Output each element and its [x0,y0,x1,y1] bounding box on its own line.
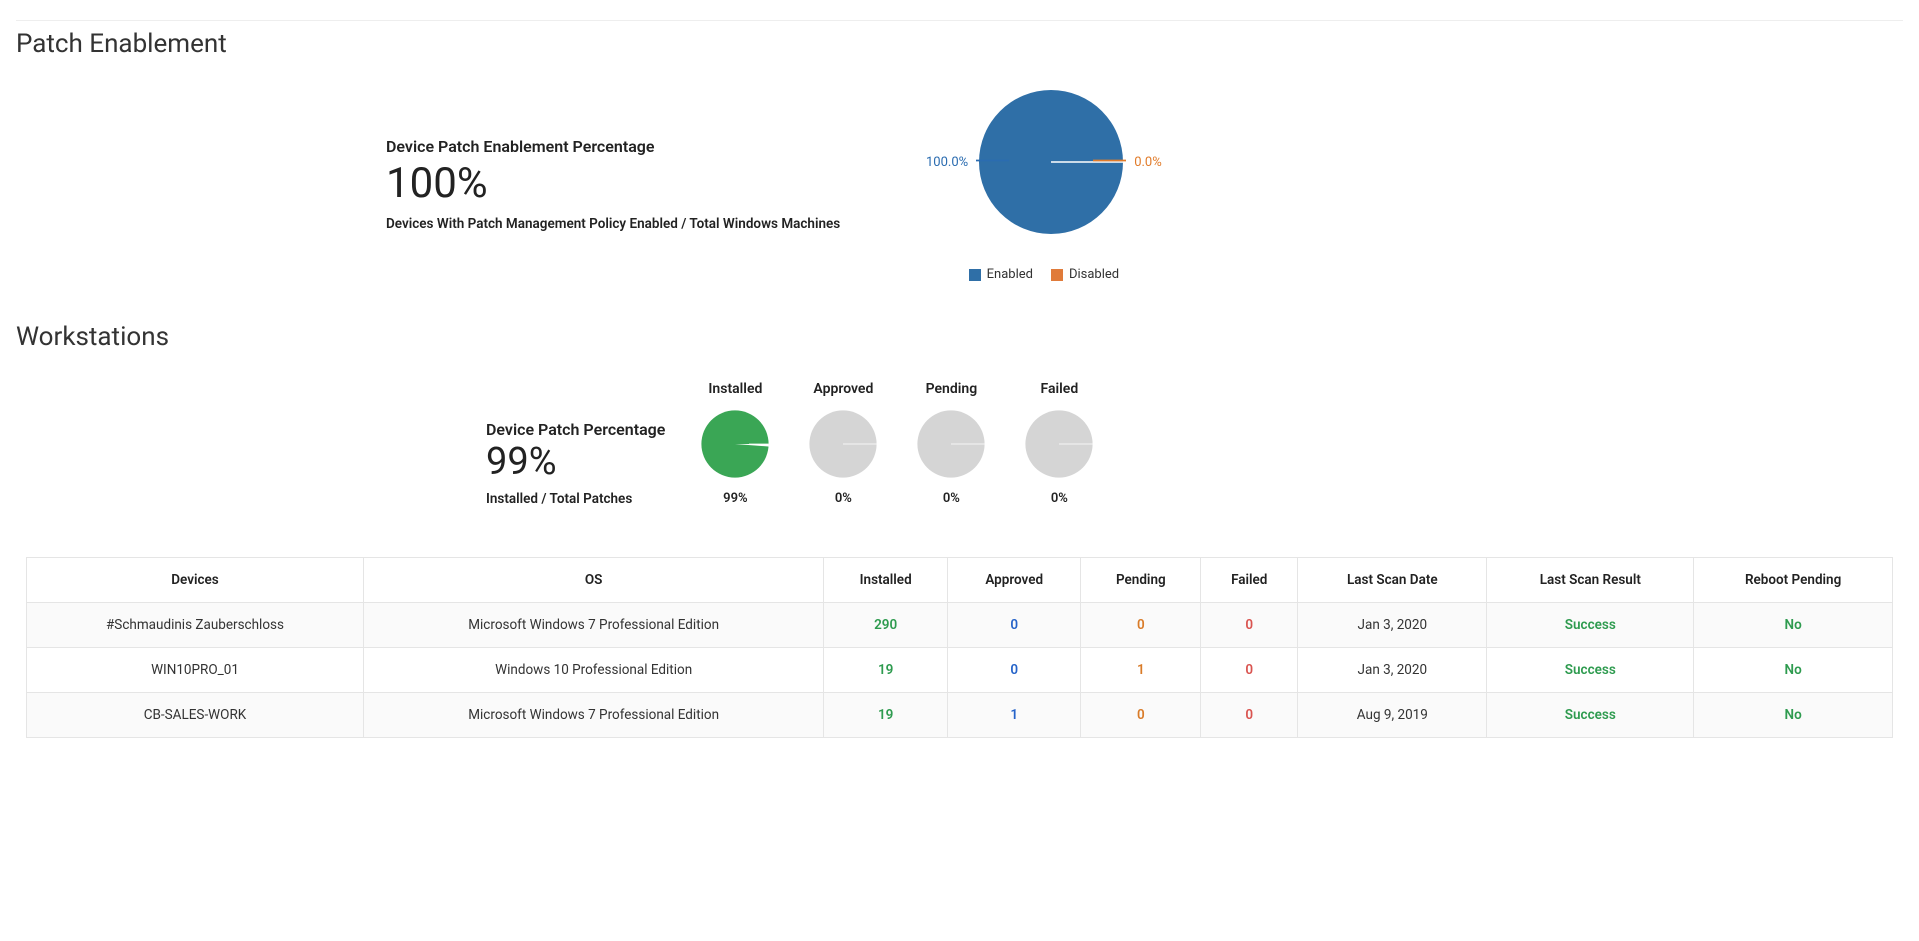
cell-device: #Schmaudinis Zauberschloss [27,602,364,647]
legend-swatch-disabled-icon [1051,269,1063,281]
mini-chart-approved: Approved 0% [803,381,883,506]
cell-result: Success [1487,647,1694,692]
cell-os: Microsoft Windows 7 Professional Edition [363,602,823,647]
cell-last-scan: Jan 3, 2020 [1298,647,1487,692]
mini-chart-value: 0% [803,491,883,506]
col-failed[interactable]: Failed [1201,557,1298,602]
section-title-workstations: Workstations [16,322,1903,352]
table-row[interactable]: #Schmaudinis ZauberschlossMicrosoft Wind… [27,602,1893,647]
top-divider [16,20,1903,21]
cell-pending: 0 [1081,692,1201,737]
mini-pie-pending-icon [916,409,986,479]
cell-reboot: No [1694,647,1893,692]
patch-enablement-metric-value: 100% [386,162,866,206]
mini-pie-installed-icon [700,409,770,479]
cell-installed: 19 [824,692,948,737]
mini-chart-title: Pending [911,381,991,397]
cell-approved: 0 [948,602,1081,647]
cell-last-scan: Aug 9, 2019 [1298,692,1487,737]
col-last-scan-result[interactable]: Last Scan Result [1487,557,1694,602]
cell-result: Success [1487,602,1694,647]
legend-disabled-label: Disabled [1069,267,1119,282]
workstations-table: Devices OS Installed Approved Pending Fa… [26,557,1893,738]
cell-installed: 19 [824,647,948,692]
enablement-pie-icon [976,87,1126,237]
col-pending[interactable]: Pending [1081,557,1201,602]
mini-pie-approved-icon [808,409,878,479]
legend-enabled-label: Enabled [987,267,1033,282]
mini-chart-pending: Pending 0% [911,381,991,506]
patch-enablement-metric-label: Device Patch Enablement Percentage [386,137,866,156]
cell-installed: 290 [824,602,948,647]
workstations-table-head: Devices OS Installed Approved Pending Fa… [27,557,1893,602]
patch-enablement-text: Device Patch Enablement Percentage 100% … [386,137,866,232]
cell-pending: 0 [1081,602,1201,647]
col-devices[interactable]: Devices [27,557,364,602]
pie-legend: Enabled Disabled [969,267,1120,282]
cell-os: Microsoft Windows 7 Professional Edition [363,692,823,737]
patch-enablement-metric-sub: Devices With Patch Management Policy Ena… [386,216,866,232]
cell-failed: 0 [1201,692,1298,737]
legend-enabled: Enabled [969,267,1033,282]
cell-device: WIN10PRO_01 [27,647,364,692]
cell-reboot: No [1694,692,1893,737]
mini-charts: Installed 99% Approved 0% Pending 0% [695,381,1099,506]
cell-failed: 0 [1201,647,1298,692]
cell-pending: 1 [1081,647,1201,692]
workstations-metric-sub: Installed / Total Patches [486,491,665,507]
patch-enablement-pie-block: 100.0% 0.0% Enabled Disabled [926,87,1162,282]
col-approved[interactable]: Approved [948,557,1081,602]
table-row[interactable]: WIN10PRO_01Windows 10 Professional Editi… [27,647,1893,692]
mini-pie-failed-icon [1024,409,1094,479]
col-reboot-pending[interactable]: Reboot Pending [1694,557,1893,602]
mini-chart-title: Installed [695,381,775,397]
cell-failed: 0 [1201,602,1298,647]
col-os[interactable]: OS [363,557,823,602]
patch-enablement-row: Device Patch Enablement Percentage 100% … [386,87,1903,282]
col-last-scan-date[interactable]: Last Scan Date [1298,557,1487,602]
cell-result: Success [1487,692,1694,737]
cell-device: CB-SALES-WORK [27,692,364,737]
mini-chart-value: 99% [695,491,775,506]
workstations-metric-value: 99% [486,443,665,483]
workstations-text: Device Patch Percentage 99% Installed / … [486,420,665,507]
cell-approved: 0 [948,647,1081,692]
mini-chart-value: 0% [1019,491,1099,506]
section-title-patch-enablement: Patch Enablement [16,29,1903,59]
mini-chart-title: Approved [803,381,883,397]
cell-reboot: No [1694,602,1893,647]
workstations-table-body: #Schmaudinis ZauberschlossMicrosoft Wind… [27,602,1893,737]
table-row[interactable]: CB-SALES-WORKMicrosoft Windows 7 Profess… [27,692,1893,737]
patch-enablement-pie-wrap: 100.0% 0.0% [926,87,1162,237]
pie-left-label: 100.0% [926,155,968,170]
mini-chart-failed: Failed 0% [1019,381,1099,506]
legend-disabled: Disabled [1051,267,1119,282]
legend-swatch-enabled-icon [969,269,981,281]
col-installed[interactable]: Installed [824,557,948,602]
cell-last-scan: Jan 3, 2020 [1298,602,1487,647]
workstations-row: Device Patch Percentage 99% Installed / … [486,380,1903,507]
mini-chart-title: Failed [1019,381,1099,397]
cell-os: Windows 10 Professional Edition [363,647,823,692]
mini-chart-value: 0% [911,491,991,506]
cell-approved: 1 [948,692,1081,737]
workstations-metric-label: Device Patch Percentage [486,420,665,439]
pie-right-label: 0.0% [1134,155,1162,170]
mini-chart-installed: Installed 99% [695,381,775,506]
